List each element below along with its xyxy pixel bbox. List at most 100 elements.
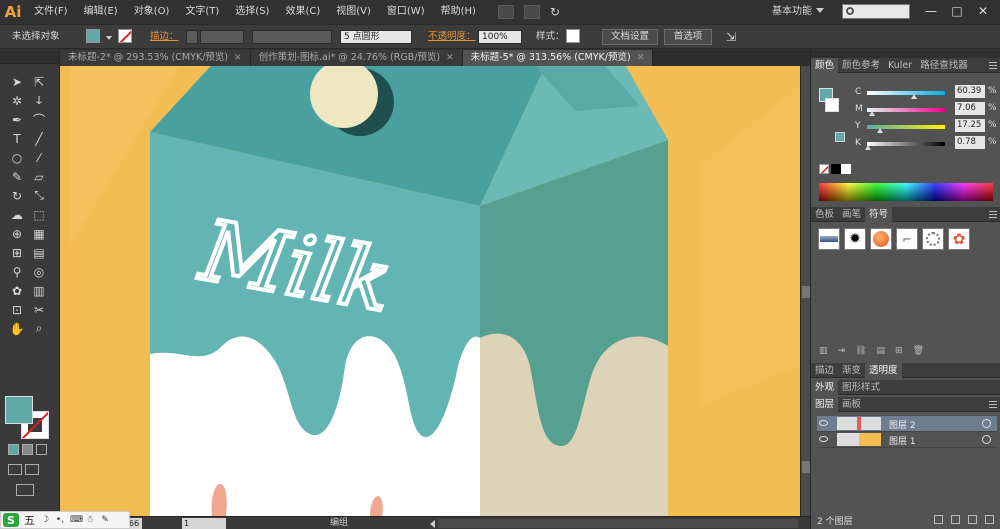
layer-target-icon[interactable] — [982, 419, 991, 428]
tab-appearance[interactable]: 外观 — [811, 380, 839, 395]
menu-view[interactable]: 视图(V) — [328, 0, 379, 24]
draw-behind-icon[interactable] — [25, 464, 39, 475]
break-link-icon[interactable]: ⛓ — [855, 346, 866, 356]
pencil-tool-icon[interactable]: ✎ — [6, 167, 28, 186]
black-swatch[interactable] — [831, 164, 841, 174]
mesh-tool-icon[interactable]: ⊞ — [6, 243, 28, 262]
menu-window[interactable]: 窗口(W) — [379, 0, 433, 24]
scroll-thumb-lower[interactable] — [802, 461, 810, 473]
magenta-value[interactable]: 7.06 — [955, 102, 985, 115]
canvas[interactable]: Milk — [60, 66, 800, 516]
eyedropper-tool-icon[interactable]: ⚲ — [6, 262, 28, 281]
bridge-icon[interactable] — [497, 5, 514, 19]
tab-graphic-styles[interactable]: 图形样式 — [838, 380, 884, 395]
tab-document-5[interactable]: 未标题-5* @ 313.56% (CMYK/预览) ✕ — [462, 50, 654, 66]
cyan-value[interactable]: 60.39 — [955, 85, 985, 98]
selection-tool-icon[interactable]: ➤ — [6, 72, 28, 91]
place-symbol-icon[interactable]: ⇥ — [838, 346, 846, 356]
tab-color-guide[interactable]: 颜色参考 — [838, 58, 884, 73]
paintbrush-tool-icon[interactable]: ⁄ — [28, 148, 50, 167]
minimize-button[interactable]: — — [918, 0, 944, 22]
fill-dropdown-icon[interactable] — [106, 36, 112, 40]
black-value[interactable]: 0.78 — [955, 136, 985, 149]
layer-name[interactable]: 图层 2 — [889, 418, 916, 431]
tab-pathfinder[interactable]: 路径查找器 — [916, 58, 972, 73]
tab-artboards[interactable]: 画板 — [838, 397, 865, 412]
color-mode-button[interactable] — [8, 444, 19, 455]
out-of-gamut-swatch[interactable] — [835, 132, 845, 142]
tab-color[interactable]: 颜色 — [811, 58, 839, 73]
symbol-options-icon[interactable]: ▤ — [877, 346, 886, 356]
panel-menu-icon[interactable] — [989, 211, 997, 218]
artboard-navigator[interactable]: 1 — [182, 518, 226, 529]
slice-tool-icon[interactable]: ✂ — [28, 300, 50, 319]
ime-logo[interactable]: S — [3, 513, 19, 527]
scroll-thumb[interactable] — [802, 286, 810, 298]
stroke-label[interactable]: 描边： — [150, 29, 179, 45]
symbol-flower[interactable]: ✿ — [948, 228, 970, 250]
menu-edit[interactable]: 编辑(E) — [76, 0, 126, 24]
search-input[interactable] — [842, 4, 910, 19]
opacity-field[interactable]: 100% — [478, 30, 522, 44]
curvature-tool-icon[interactable]: ⌒ — [28, 110, 50, 129]
new-sublayer-icon[interactable] — [951, 515, 960, 524]
tab-layers[interactable]: 图层 — [811, 397, 839, 412]
align-options-icon[interactable]: ⇲ — [726, 29, 736, 45]
new-layer-icon[interactable] — [968, 515, 977, 524]
shape-builder-tool-icon[interactable]: ⊕ — [6, 224, 28, 243]
preferences-button[interactable]: 首选项 — [664, 29, 712, 45]
style-swatch[interactable] — [566, 29, 580, 43]
tab-gradient[interactable]: 渐变 — [838, 363, 865, 378]
punctuation-icon[interactable]: •, — [55, 515, 65, 525]
variable-width-profile[interactable] — [252, 30, 332, 44]
type-tool-icon[interactable]: T — [6, 129, 28, 148]
ime-mode[interactable]: 五 — [24, 512, 35, 528]
close-icon[interactable]: ✕ — [234, 50, 242, 66]
eraser-tool-icon[interactable]: ▱ — [28, 167, 50, 186]
horizontal-scrollbar[interactable] — [438, 519, 798, 528]
white-swatch[interactable] — [841, 164, 851, 174]
menu-help[interactable]: 帮助(H) — [433, 0, 484, 24]
delete-symbol-icon[interactable]: 🗑 — [913, 346, 924, 356]
menu-effect[interactable]: 效果(C) — [277, 0, 328, 24]
brush-definition[interactable]: 5 点圆形 — [340, 30, 412, 44]
symbol-library-icon[interactable]: ▥ — [819, 346, 828, 356]
menu-file[interactable]: 文件(F) — [26, 0, 76, 24]
sync-icon[interactable]: ↻ — [550, 5, 560, 19]
cyan-slider[interactable] — [867, 91, 945, 95]
arrange-documents-icon[interactable] — [523, 5, 540, 19]
gradient-mode-button[interactable] — [22, 444, 33, 455]
perspective-grid-tool-icon[interactable]: ▦ — [28, 224, 50, 243]
black-slider-handle[interactable] — [864, 145, 871, 150]
pen-tool-icon[interactable]: ✒ — [6, 110, 28, 129]
locate-object-icon[interactable] — [934, 515, 943, 524]
symbol-arrow-doc[interactable]: ⌐ — [896, 228, 918, 250]
line-tool-icon[interactable]: ╱ — [28, 129, 50, 148]
layer-name[interactable]: 图层 1 — [889, 434, 916, 447]
new-symbol-icon[interactable]: ⊞ — [895, 346, 903, 356]
none-swatch[interactable] — [819, 164, 829, 174]
chevron-down-icon[interactable] — [816, 8, 824, 13]
close-icon[interactable]: ✕ — [446, 50, 454, 66]
gradient-tool-icon[interactable]: ▤ — [28, 243, 50, 262]
symbol-ink-splat[interactable]: ✹ — [844, 228, 866, 250]
settings-icon[interactable]: ✎ — [100, 515, 110, 525]
layer-row[interactable]: 图层 1 — [817, 432, 997, 448]
black-slider[interactable] — [867, 142, 945, 146]
scroll-left-icon[interactable] — [430, 520, 435, 528]
stroke-swatch[interactable] — [118, 29, 132, 43]
delete-layer-icon[interactable] — [985, 515, 994, 524]
screen-mode-icon[interactable] — [16, 484, 34, 496]
menu-object[interactable]: 对象(O) — [126, 0, 178, 24]
fill-swatch-large[interactable] — [5, 396, 33, 424]
tab-document-icon[interactable]: 创作策划-图标.ai* @ 24.76% (RGB/预览) ✕ — [250, 50, 463, 66]
menu-type[interactable]: 文字(T) — [177, 0, 227, 24]
panel-grip[interactable] — [811, 50, 1000, 58]
scale-tool-icon[interactable]: ⤡ — [28, 186, 50, 205]
stroke-weight-field[interactable] — [200, 30, 244, 44]
artboard-tool-icon[interactable]: ⊡ — [6, 300, 28, 319]
rotate-tool-icon[interactable]: ↻ — [6, 186, 28, 205]
magenta-slider-handle[interactable] — [869, 111, 876, 116]
tab-transparency[interactable]: 透明度 — [865, 363, 902, 378]
symbol-blue-stripe[interactable] — [818, 228, 840, 250]
